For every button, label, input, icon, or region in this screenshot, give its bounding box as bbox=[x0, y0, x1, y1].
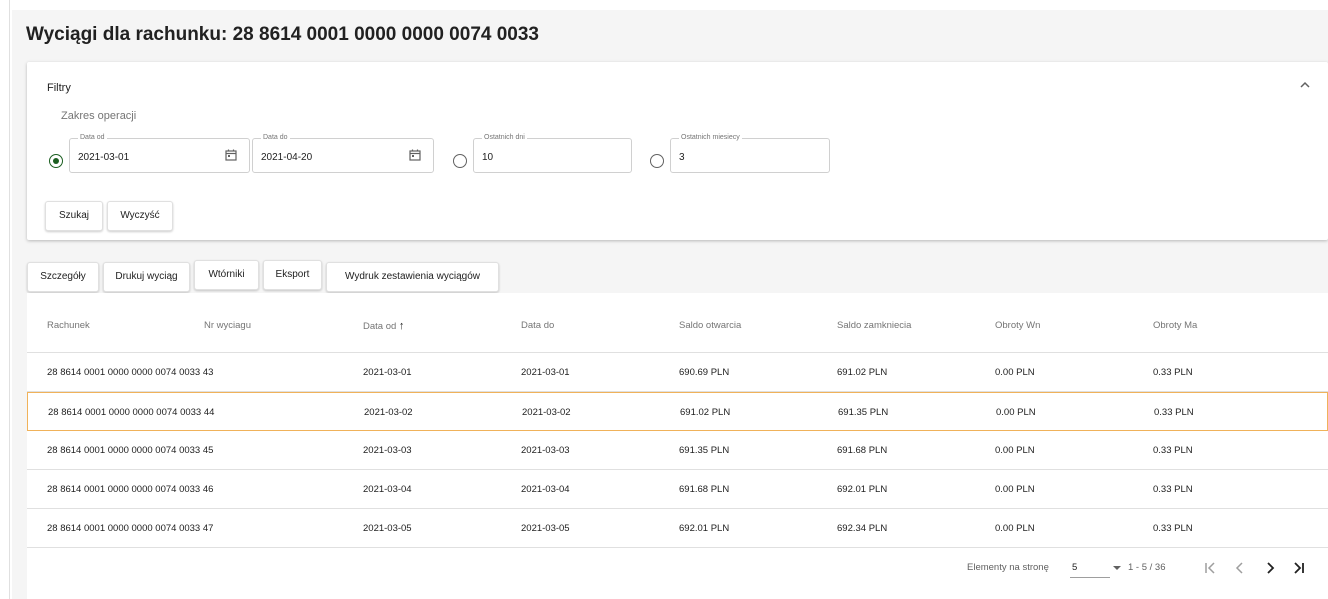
first-page-icon[interactable] bbox=[1202, 560, 1218, 576]
last-days-label: Ostatnich dni bbox=[482, 133, 527, 143]
statements-table: Rachunek Nr wyciagu Data od ↑ Data do Sa… bbox=[27, 293, 1328, 599]
cell-account: 28 8614 0001 0000 0000 0074 0033 45 bbox=[47, 445, 214, 456]
cell-opening-balance: 690.69 PLN bbox=[679, 367, 730, 378]
cell-credit: 0.33 PLN bbox=[1153, 523, 1193, 534]
radio-last-days[interactable] bbox=[453, 154, 467, 168]
table-row[interactable]: 28 8614 0001 0000 0000 0074 0033 47 2021… bbox=[27, 509, 1328, 548]
cell-opening-balance: 691.02 PLN bbox=[680, 407, 731, 418]
cell-date-from: 2021-03-04 bbox=[363, 484, 412, 495]
column-header-opening-balance[interactable]: Saldo otwarcia bbox=[679, 320, 741, 331]
page-size-value: 5 bbox=[1072, 562, 1078, 573]
cell-date-from: 2021-03-02 bbox=[364, 407, 413, 418]
cell-credit: 0.33 PLN bbox=[1154, 407, 1194, 418]
cell-opening-balance: 692.01 PLN bbox=[679, 523, 730, 534]
date-to-field[interactable]: Data do 2021-04-20 bbox=[252, 133, 434, 173]
cell-date-to: 2021-03-05 bbox=[521, 523, 570, 534]
cell-account: 28 8614 0001 0000 0000 0074 0033 43 bbox=[47, 367, 214, 378]
duplicates-button[interactable]: Wtórniki bbox=[194, 260, 259, 290]
cell-debit: 0.00 PLN bbox=[995, 367, 1035, 378]
left-border bbox=[0, 0, 10, 599]
paginator: Elementy na stronę 5 1 - 5 / 36 bbox=[27, 548, 1328, 588]
cell-date-from: 2021-03-01 bbox=[363, 367, 412, 378]
date-to-value: 2021-04-20 bbox=[261, 152, 313, 163]
column-header-closing-balance[interactable]: Saldo zamkniecia bbox=[837, 320, 911, 331]
summary-print-button[interactable]: Wydruk zestawienia wyciągów bbox=[326, 262, 499, 292]
filters-panel: Filtry Zakres operacji Data od 2021-03-0… bbox=[27, 62, 1328, 240]
page-size-select[interactable]: 5 bbox=[1070, 558, 1121, 578]
column-header-account[interactable]: Rachunek bbox=[47, 320, 90, 331]
date-from-label: Data od bbox=[78, 133, 107, 143]
cell-closing-balance: 692.34 PLN bbox=[837, 523, 888, 534]
cell-date-from: 2021-03-05 bbox=[363, 523, 412, 534]
cell-credit: 0.33 PLN bbox=[1153, 367, 1193, 378]
cell-debit: 0.00 PLN bbox=[995, 523, 1035, 534]
column-header-date-from[interactable]: Data od ↑ bbox=[363, 320, 404, 332]
last-page-icon[interactable] bbox=[1291, 560, 1307, 576]
column-header-date-to[interactable]: Data do bbox=[521, 320, 554, 331]
cell-date-to: 2021-03-01 bbox=[521, 367, 570, 378]
calendar-icon[interactable] bbox=[409, 149, 421, 161]
last-days-value: 10 bbox=[482, 152, 494, 163]
filters-title: Filtry bbox=[47, 82, 71, 94]
caret-down-icon bbox=[1113, 566, 1121, 570]
cell-date-to: 2021-03-04 bbox=[521, 484, 570, 495]
print-statement-button[interactable]: Drukuj wyciąg bbox=[103, 262, 190, 292]
column-header-date-from-label: Data od bbox=[363, 321, 397, 332]
cell-closing-balance: 692.01 PLN bbox=[837, 484, 888, 495]
cell-credit: 0.33 PLN bbox=[1153, 445, 1193, 456]
statements-page: Wyciągi dla rachunku: 28 8614 0001 0000 … bbox=[12, 10, 1328, 599]
column-header-debit[interactable]: Obroty Wn bbox=[995, 320, 1040, 331]
cell-date-from: 2021-03-03 bbox=[363, 445, 412, 456]
details-button[interactable]: Szczegóły bbox=[27, 262, 99, 292]
chevron-up-icon[interactable] bbox=[1298, 78, 1312, 92]
last-months-label: Ostatnich miesiecy bbox=[679, 133, 742, 143]
cell-account: 28 8614 0001 0000 0000 0074 0033 44 bbox=[48, 407, 215, 418]
column-header-credit[interactable]: Obroty Ma bbox=[1153, 320, 1197, 331]
cell-closing-balance: 691.35 PLN bbox=[838, 407, 889, 418]
last-months-value: 3 bbox=[679, 152, 685, 163]
table-header-row: Rachunek Nr wyciagu Data od ↑ Data do Sa… bbox=[27, 293, 1328, 353]
export-button[interactable]: Eksport bbox=[263, 260, 322, 290]
table-row[interactable]: 28 8614 0001 0000 0000 0074 0033 46 2021… bbox=[27, 470, 1328, 509]
cell-closing-balance: 691.68 PLN bbox=[837, 445, 888, 456]
cell-account: 28 8614 0001 0000 0000 0074 0033 46 bbox=[47, 484, 214, 495]
page-range: 1 - 5 / 36 bbox=[1128, 562, 1166, 573]
table-row[interactable]: 28 8614 0001 0000 0000 0074 0033 45 2021… bbox=[27, 431, 1328, 470]
last-days-field[interactable]: Ostatnich dni 10 bbox=[473, 133, 632, 173]
last-months-field[interactable]: Ostatnich miesiecy 3 bbox=[670, 133, 830, 173]
cell-debit: 0.00 PLN bbox=[996, 407, 1036, 418]
cell-date-to: 2021-03-02 bbox=[522, 407, 571, 418]
cell-date-to: 2021-03-03 bbox=[521, 445, 570, 456]
radio-date-range[interactable] bbox=[49, 154, 63, 168]
clear-button[interactable]: Wyczyść bbox=[107, 201, 173, 231]
cell-closing-balance: 691.02 PLN bbox=[837, 367, 888, 378]
next-page-icon[interactable] bbox=[1262, 560, 1278, 576]
date-to-label: Data do bbox=[261, 133, 290, 143]
date-from-value: 2021-03-01 bbox=[78, 152, 130, 163]
cell-debit: 0.00 PLN bbox=[995, 484, 1035, 495]
radio-last-months[interactable] bbox=[650, 154, 664, 168]
previous-page-icon[interactable] bbox=[1232, 560, 1248, 576]
items-per-page-label: Elementy na stronę bbox=[967, 562, 1049, 573]
date-from-field[interactable]: Data od 2021-03-01 bbox=[69, 133, 250, 173]
cell-opening-balance: 691.68 PLN bbox=[679, 484, 730, 495]
sort-arrow-up-icon: ↑ bbox=[398, 320, 405, 332]
cell-debit: 0.00 PLN bbox=[995, 445, 1035, 456]
table-row[interactable]: 28 8614 0001 0000 0000 0074 0033 43 2021… bbox=[27, 353, 1328, 392]
search-button[interactable]: Szukaj bbox=[45, 201, 103, 231]
cell-credit: 0.33 PLN bbox=[1153, 484, 1193, 495]
column-header-number[interactable]: Nr wyciagu bbox=[204, 320, 251, 331]
calendar-icon[interactable] bbox=[225, 149, 237, 161]
page-title: Wyciągi dla rachunku: 28 8614 0001 0000 … bbox=[26, 24, 539, 45]
select-underline bbox=[1070, 577, 1110, 578]
cell-opening-balance: 691.35 PLN bbox=[679, 445, 730, 456]
range-label: Zakres operacji bbox=[61, 110, 137, 122]
table-row-selected[interactable]: 28 8614 0001 0000 0000 0074 0033 44 2021… bbox=[27, 392, 1328, 431]
cell-account: 28 8614 0001 0000 0000 0074 0033 47 bbox=[47, 523, 214, 534]
